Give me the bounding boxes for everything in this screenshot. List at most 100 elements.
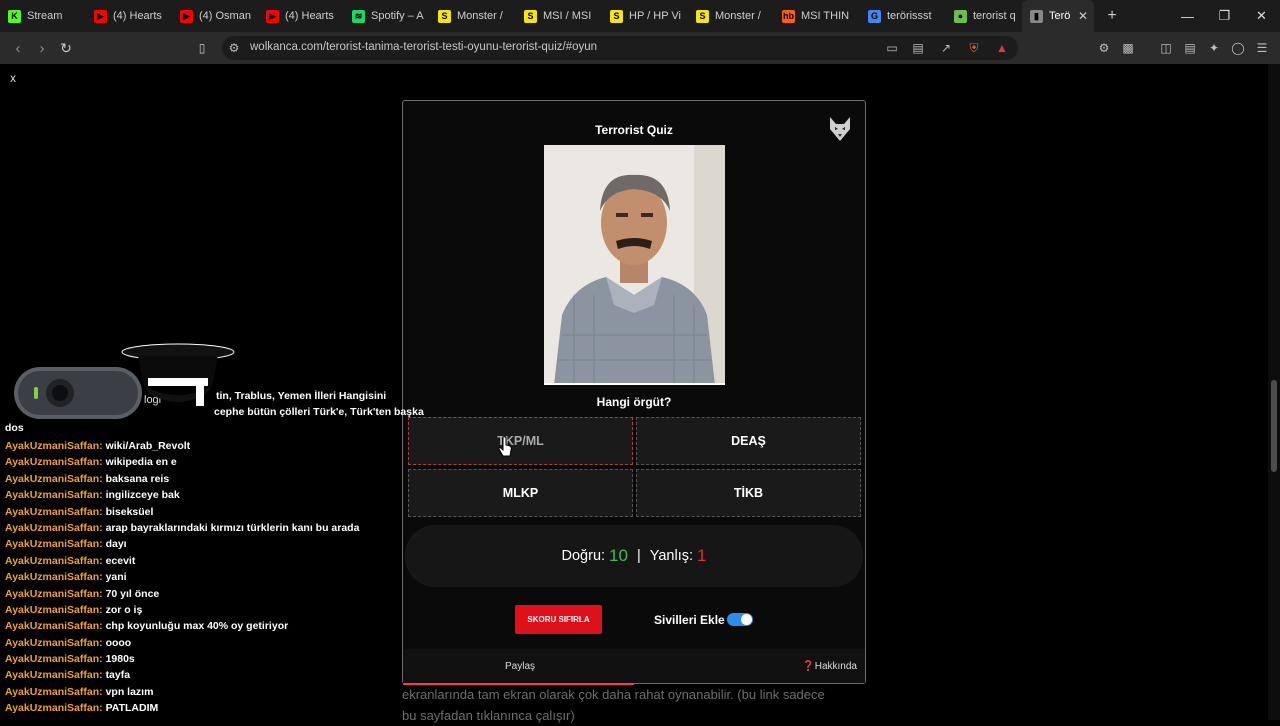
chat-username[interactable]: AyakUzmaniSaffan: (5, 456, 103, 468)
chat-username[interactable]: AyakUzmaniSaffan: (5, 604, 103, 616)
back-icon[interactable]: ‹ (8, 38, 28, 58)
chat-message: AyakUzmaniSaffan: zor o iş (5, 602, 425, 618)
chat-username[interactable]: AyakUzmaniSaffan: (5, 489, 103, 501)
civilians-toggle[interactable] (727, 613, 753, 626)
maximize-button[interactable]: ❐ (1206, 0, 1243, 32)
chat-text: PATLADIM (105, 702, 159, 715)
brave-shield-icon[interactable]: ⛨ (966, 40, 982, 56)
hb-icon: hb (782, 9, 795, 23)
chat-username[interactable]: AyakUzmaniSaffan: (5, 637, 103, 649)
window-close-button[interactable]: ✕ (1243, 0, 1280, 32)
tab-2[interactable]: ▶ (4) Hearts (86, 0, 172, 32)
forward-icon[interactable]: › (32, 38, 52, 58)
kick-icon: K (8, 9, 21, 23)
tab-title: (4) Hearts (285, 10, 334, 22)
toggle-knob (741, 614, 752, 625)
media-icon[interactable]: ▩ (1120, 40, 1136, 56)
sidebar-icon[interactable]: ◫ (1158, 40, 1174, 56)
tab-12[interactable]: ● terorist qu (946, 0, 1022, 32)
tab-9[interactable]: S Monster / (688, 0, 774, 32)
chat-message: AyakUzmaniSaffan: chp koyunluğu max 40% … (5, 618, 425, 634)
chat-username[interactable]: AyakUzmaniSaffan: (5, 440, 103, 452)
chat-partial-1: tin, Trablus, Yemen İlleri Hangisini (216, 390, 387, 402)
spotify-icon: ≋ (352, 9, 365, 23)
chat-username[interactable]: AyakUzmaniSaffan: (5, 555, 103, 567)
site-info-icon[interactable]: ⚙ (226, 40, 242, 56)
page-close-button[interactable]: x (10, 71, 16, 85)
quiz-title: Terrorist Quiz (595, 123, 673, 137)
chat-username[interactable]: AyakUzmaniSaffan: (5, 588, 103, 600)
minimize-button[interactable]: — (1169, 0, 1206, 32)
share-link[interactable]: Paylaş (505, 661, 535, 672)
chat-message: AyakUzmaniSaffan: wikipedia en e (5, 454, 425, 470)
chat-message: AyakUzmaniSaffan: tayfa (5, 667, 425, 683)
answer-button-3[interactable]: MLKP (408, 469, 633, 517)
tab-4[interactable]: ▶ (4) Hearts (258, 0, 344, 32)
vpn-icon[interactable]: ◯ (1230, 40, 1246, 56)
tab-title: terorist qu (973, 10, 1016, 22)
chat-text: 1980s (105, 653, 135, 666)
reload-icon[interactable]: ↻ (56, 38, 76, 58)
answer-button-2[interactable]: DEAŞ (636, 417, 861, 465)
tab-10[interactable]: hb MSI THIN (774, 0, 860, 32)
about-link[interactable]: ❓Hakkında (802, 661, 857, 672)
leo-ai-icon[interactable]: ✦ (1206, 40, 1222, 56)
wolf-logo-icon (830, 117, 850, 141)
chat-text: vpn lazım (105, 685, 154, 698)
quiz-card: Terrorist Quiz Hangi örgüt? TKP/ML DEAŞ … (402, 100, 866, 685)
chat-text: biseksüel (105, 505, 154, 518)
tab-13[interactable]: ▮ Terör ✕ (1022, 0, 1094, 32)
tab-6[interactable]: S Monster / (430, 0, 516, 32)
cast-icon[interactable]: ▭ (884, 40, 900, 56)
youtube-icon: ▶ (266, 9, 279, 23)
s-letter-icon: S (610, 9, 623, 23)
question-mark-icon: ❓ (802, 661, 815, 672)
wallet-icon[interactable]: ▤ (1182, 40, 1198, 56)
chat-username[interactable]: AyakUzmaniSaffan: (5, 473, 103, 485)
brave-rewards-icon[interactable]: ▲ (994, 40, 1010, 56)
chat-username[interactable]: AyakUzmaniSaffan: (5, 702, 103, 714)
chat-text: yani (105, 571, 127, 584)
tab-title: (4) Hearts (113, 10, 162, 22)
new-tab-button[interactable]: + (1102, 7, 1122, 25)
suspect-photo (544, 145, 725, 385)
reset-score-button[interactable]: SKORU SIFIRLA (515, 605, 602, 634)
chat-username[interactable]: AyakUzmaniSaffan: (5, 686, 103, 698)
chat-username[interactable]: AyakUzmaniSaffan: (5, 506, 103, 518)
scrollbar-thumb[interactable] (1271, 380, 1277, 472)
tab-11[interactable]: Gterörissst (860, 0, 946, 32)
reader-icon[interactable]: ▤ (910, 40, 926, 56)
chat-username[interactable]: AyakUzmaniSaffan: (5, 571, 103, 583)
tab-7[interactable]: S MSI / MSI (516, 0, 602, 32)
chat-text: baksana reis (105, 472, 170, 485)
chat-message: AyakUzmaniSaffan: wiki/Arab_Revolt (5, 438, 425, 454)
answer-button-1[interactable]: TKP/ML (408, 417, 633, 465)
s-letter-icon: S (524, 9, 537, 23)
chat-username[interactable]: AyakUzmaniSaffan: (5, 653, 103, 665)
bookmark-icon[interactable]: ▯ (192, 38, 212, 58)
share-page-icon[interactable]: ↗ (938, 40, 954, 56)
tab-close-icon[interactable]: ✕ (1078, 9, 1088, 23)
tab-3[interactable]: ▶ (4) Osman (172, 0, 258, 32)
menu-icon[interactable]: ☰ (1254, 40, 1270, 56)
tab-1[interactable]: K Stream (0, 0, 86, 32)
page-icon: ▮ (1030, 9, 1043, 23)
chat-username[interactable]: AyakUzmaniSaffan: (5, 538, 103, 550)
chat-text: ecevit (105, 554, 136, 567)
chat-message: AyakUzmaniSaffan: ecevit (5, 553, 425, 569)
chat-message: AyakUzmaniSaffan: ingilizceye bak (5, 487, 425, 503)
chat-username[interactable]: AyakUzmaniSaffan: (5, 669, 103, 681)
chat-text: wiki/Arab_Revolt (105, 440, 191, 452)
extensions-icon[interactable]: ⚙ (1096, 40, 1112, 56)
chat-username[interactable]: AyakUzmaniSaffan: (5, 522, 103, 534)
url-text[interactable]: wolkanca.com/terorist-tanima-terorist-te… (250, 41, 597, 53)
tab-title: HP / HP Vi (629, 10, 681, 22)
chat-username[interactable]: AyakUzmaniSaffan: (5, 620, 103, 632)
scrollbar[interactable] (1268, 64, 1280, 720)
chat-text: 70 yıl önce (105, 587, 160, 600)
tab-title: (4) Osman (199, 10, 251, 22)
tab-8[interactable]: S HP / HP Vi (602, 0, 688, 32)
answer-button-4[interactable]: TİKB (636, 469, 861, 517)
chat-messages: AyakUzmaniSaffan: wiki/Arab_Revolt AyakUz… (5, 438, 425, 717)
tab-5[interactable]: ≋ Spotify – A (344, 0, 430, 32)
